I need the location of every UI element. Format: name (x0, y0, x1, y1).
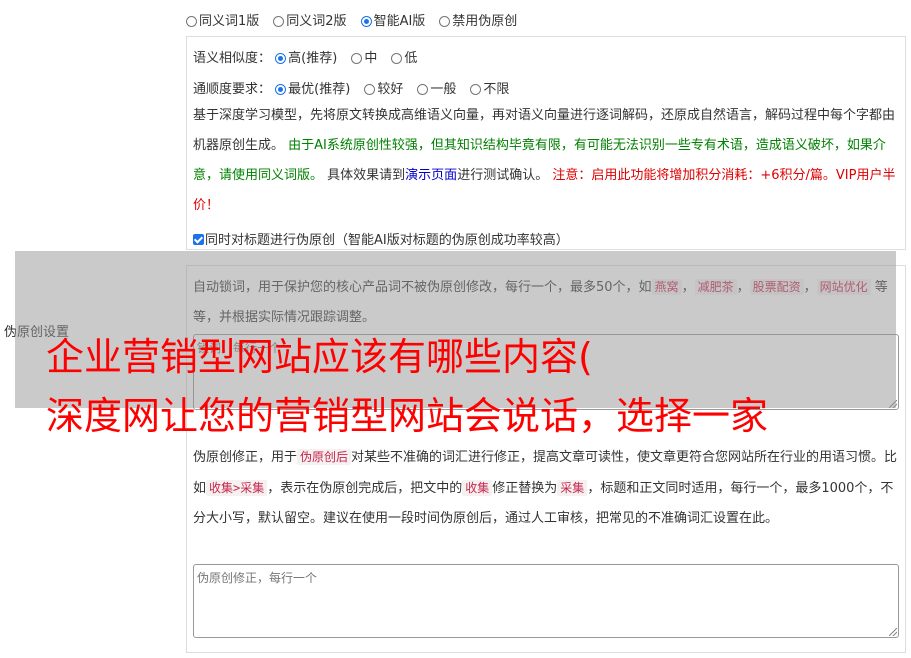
radio-checked-icon[interactable] (275, 84, 287, 95)
headline-overlay: 企业营销型网站应该有哪些内容( 深度网让您的营销型网站会说话，选择一家 (46, 328, 768, 446)
correction-tag: 采集 (557, 480, 588, 496)
radio-icon[interactable] (364, 84, 376, 95)
radio-checked-icon[interactable] (360, 16, 372, 27)
mode-option-synonym2[interactable]: 同义词2版 (273, 14, 347, 29)
mode-option-synonym1[interactable]: 同义词1版 (186, 14, 259, 29)
fluency-option-good[interactable]: 较好 (364, 82, 403, 97)
demo-page-link[interactable]: 演示页面 (405, 168, 457, 183)
radio-icon[interactable] (391, 53, 403, 64)
ai-settings-panel: 语义相似度： 高(推荐) 中低 通顺度要求： 最优(推荐) 较好 一般 不限 基于深度学… (186, 36, 906, 250)
fluency-row: 通顺度要求： 最优(推荐) 较好 一般 不限 (193, 78, 523, 97)
correction-placeholder: 伪原创修正，每行一个 (197, 571, 318, 585)
similarity-option-low[interactable]: 低 (391, 51, 417, 66)
headline-line-2: 深度网让您的营销型网站会说话，选择一家 (46, 394, 769, 438)
radio-icon[interactable] (186, 16, 197, 27)
ai-description: 基于深度学习模型，先将原文转换成高维语义向量，再对语义向量进行逐词解码，还原成自… (193, 108, 896, 213)
title-rewrite-label: 同时对标题进行伪原创（智能AI版对标题的伪原创成功率较高） (205, 233, 569, 248)
fluency-option-normal[interactable]: 一般 (417, 82, 456, 97)
correction-tag: 收集>采集 (206, 480, 268, 496)
resize-grip-icon[interactable] (889, 628, 897, 636)
similarity-option-medium[interactable]: 中 (351, 51, 377, 66)
correction-textarea[interactable]: 伪原创修正，每行一个 (193, 564, 899, 638)
similarity-label: 语义相似度： (193, 51, 272, 66)
radio-icon[interactable] (470, 84, 482, 95)
title-rewrite-option[interactable]: 同时对标题进行伪原创（智能AI版对标题的伪原创成功率较高） (193, 229, 569, 248)
checkbox-checked-icon[interactable] (193, 234, 204, 245)
radio-icon[interactable] (351, 53, 363, 64)
fluency-label: 通顺度要求： (193, 82, 272, 97)
mode-option-disable[interactable]: 禁用伪原创 (439, 14, 517, 29)
correction-tag: 伪原创后 (297, 449, 352, 465)
similarity-row: 语义相似度： 高(推荐) 中低 (193, 47, 431, 66)
correction-description: 伪原创修正，用于 伪原创后 对某些不准确的词汇进行修正，提高文章可读性，使文章更符合… (193, 449, 898, 526)
headline-line-1: 企业营销型网站应该有哪些内容( (46, 335, 593, 379)
radio-icon[interactable] (417, 84, 429, 95)
mode-option-ai[interactable]: 智能AI版 (360, 14, 425, 29)
radio-icon[interactable] (439, 16, 451, 27)
radio-icon[interactable] (273, 16, 285, 27)
radio-checked-icon[interactable] (275, 53, 287, 64)
similarity-option-high[interactable]: 高(推荐) (275, 51, 337, 66)
fluency-option-unlimited[interactable]: 不限 (470, 82, 509, 97)
correction-tag: 收集 (462, 480, 493, 496)
fluency-option-best[interactable]: 最优(推荐) (275, 82, 350, 97)
mode-radio-group: 同义词1版 同义词2版 智能AI版 禁用伪原创 (186, 10, 531, 29)
